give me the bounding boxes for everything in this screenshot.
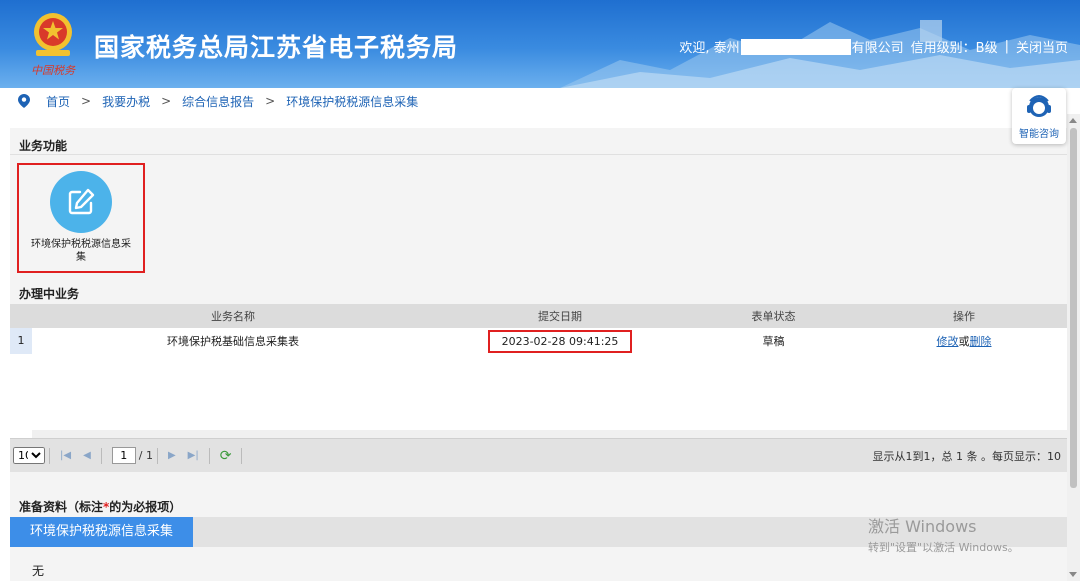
prev-page-icon[interactable]: ◀ xyxy=(83,450,91,461)
horizontal-scrollbar[interactable] xyxy=(32,430,1067,438)
edit-link[interactable]: 修改 xyxy=(937,335,959,348)
pager-divider xyxy=(208,447,210,464)
breadcrumb-home[interactable]: 首页 xyxy=(46,93,70,110)
delete-link[interactable]: 删除 xyxy=(970,335,992,348)
breadcrumb-separator: > xyxy=(265,94,276,108)
divider: | xyxy=(1004,39,1009,54)
redacted-name xyxy=(740,38,851,55)
breadcrumb-tax-handling[interactable]: 我要办税 xyxy=(102,93,150,110)
row-index: 1 xyxy=(10,328,32,354)
refresh-icon[interactable]: ⟳ xyxy=(220,448,232,464)
last-page-icon[interactable]: ▶| xyxy=(188,450,199,461)
page-size-select[interactable]: 10 xyxy=(13,447,45,464)
smart-consult-button[interactable]: 智能咨询 xyxy=(1012,88,1066,144)
edit-icon xyxy=(68,188,95,215)
emblem-caption: 中国税务 xyxy=(31,64,76,77)
location-pin-icon xyxy=(18,94,30,108)
tax-emblem-icon: 中国税务 xyxy=(31,13,76,77)
first-page-icon[interactable]: |◀ xyxy=(60,450,71,461)
breadcrumb-info-report[interactable]: 综合信息报告 xyxy=(182,93,254,110)
table-row[interactable]: 1 环境保护税基础信息采集表 2023-02-28 09:41:25 草稿 修改… xyxy=(10,328,1067,354)
pager-divider xyxy=(100,447,102,464)
scroll-down-icon[interactable] xyxy=(1069,572,1077,577)
pager-divider xyxy=(241,447,243,464)
or-text: 或 xyxy=(958,335,970,348)
business-functions-panel: 环境保护税税源信息采集 xyxy=(10,154,1067,278)
breadcrumb-separator: > xyxy=(161,94,172,108)
in-progress-title: 办理中业务 xyxy=(19,287,80,301)
header-business-name[interactable]: 业务名称 xyxy=(32,308,434,324)
func-icon-circle xyxy=(50,171,112,233)
row-form-status: 草稿 xyxy=(762,335,785,348)
headset-icon xyxy=(1027,95,1051,117)
pager-summary: 显示从1到1，总 1 条 。每页显示：10 xyxy=(872,450,1061,463)
row-submit-date-cell: 2023-02-28 09:41:25 xyxy=(434,329,686,353)
business-functions-title: 业务功能 xyxy=(19,139,68,153)
header-submit-date[interactable]: 提交日期 xyxy=(434,308,686,324)
site-title: 国家税务总局江苏省电子税务局 xyxy=(94,33,459,62)
header-form-status[interactable]: 表单状态 xyxy=(686,308,861,324)
watermark-line-1: 激活 Windows xyxy=(868,517,977,536)
user-bar: 欢迎, 泰州 有限公司 信用级别：B级 | 关闭当页 xyxy=(679,37,1068,56)
row-submit-date: 2023-02-28 09:41:25 xyxy=(487,329,633,353)
preparation-empty-text: 无 xyxy=(32,564,45,578)
pager-divider xyxy=(156,447,158,464)
watermark-line-2: 转到"设置"以激活 Windows。 xyxy=(868,541,1019,554)
windows-activation-watermark: 激活 Windows 转到"设置"以激活 Windows。 xyxy=(868,513,1019,555)
preparation-title: 准备资料（标注*的为必报项） xyxy=(19,498,181,515)
func-card-label: 环境保护税税源信息采集 xyxy=(31,239,131,263)
pager-divider xyxy=(49,447,50,464)
site-header: 中国税务 国家税务总局江苏省电子税务局 欢迎, 泰州 有限公司 信用级别：B级 … xyxy=(0,0,1080,88)
breadcrumb-separator: > xyxy=(81,94,92,108)
scroll-up-icon[interactable] xyxy=(1069,118,1077,123)
close-page-link[interactable]: 关闭当页 xyxy=(1016,37,1068,56)
prep-title-prefix: 准备资料（标注 xyxy=(19,500,104,514)
smart-consult-label: 智能咨询 xyxy=(1019,129,1059,140)
welcome-prefix: 欢迎, 泰州 xyxy=(679,41,740,56)
welcome-suffix: 有限公司 xyxy=(851,41,904,56)
scroll-thumb[interactable] xyxy=(1070,128,1077,488)
total-pages: / 1 xyxy=(138,449,153,462)
table-header: 业务名称 提交日期 表单状态 操作 xyxy=(10,304,1067,328)
credit-level: 信用级别：B级 xyxy=(910,41,998,56)
vertical-scrollbar[interactable] xyxy=(1067,114,1080,581)
breadcrumb: 首页 > 我要办税 > 综合信息报告 > 环境保护税税源信息采集 xyxy=(0,88,1080,114)
env-tax-source-collection-card[interactable]: 环境保护税税源信息采集 xyxy=(17,163,145,273)
row-operations: 修改或删除 xyxy=(861,333,1067,349)
prep-title-suffix: 的为必报项） xyxy=(109,500,182,514)
current-page-input[interactable] xyxy=(111,447,136,464)
row-business-name: 环境保护税基础信息采集表 xyxy=(167,335,299,348)
pagination-bar: 10 |◀ ◀ / 1 ▶ ▶| ⟳ 显示从1到1，总 1 条 。每页显示：10 xyxy=(10,438,1067,472)
tab-env-tax-source-collection[interactable]: 环境保护税税源信息采集 xyxy=(10,517,194,547)
header-operations[interactable]: 操作 xyxy=(861,308,1067,324)
breadcrumb-current: 环境保护税税源信息采集 xyxy=(286,94,419,109)
next-page-icon[interactable]: ▶ xyxy=(168,450,176,461)
